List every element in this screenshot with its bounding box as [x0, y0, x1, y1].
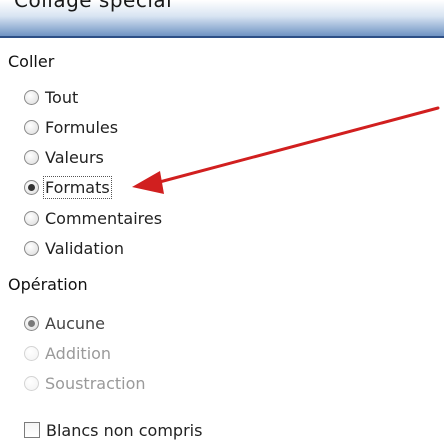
dialog-title-bar[interactable]: Collage spécial: [0, 0, 444, 38]
operation-option-add[interactable]: Addition: [24, 341, 111, 365]
dialog-title: Collage spécial: [14, 0, 173, 12]
option-label: Tout: [45, 87, 79, 107]
option-label: Formules: [45, 117, 119, 137]
paste-option-comments[interactable]: Commentaires: [24, 206, 162, 230]
operation-group-label: Opération: [8, 275, 88, 294]
operation-option-none[interactable]: Aucune: [24, 311, 105, 335]
option-label: Aucune: [45, 313, 106, 333]
option-label: Valeurs: [45, 147, 104, 167]
paste-group-label: Coller: [8, 52, 55, 71]
radio-button[interactable]: [24, 149, 39, 165]
arrow-shaft: [150, 106, 440, 186]
option-label: Commentaires: [45, 208, 163, 228]
option-label: Formats: [43, 175, 112, 199]
radio-button-selected[interactable]: [24, 179, 39, 195]
paste-option-all[interactable]: Tout: [24, 85, 78, 109]
skip-blanks-checkbox[interactable]: [24, 422, 40, 438]
radio-button-selected[interactable]: [24, 315, 39, 331]
radio-button-disabled[interactable]: [24, 375, 39, 391]
paste-option-formats[interactable]: Formats: [24, 175, 112, 199]
operation-option-subtract[interactable]: Soustraction: [24, 371, 146, 395]
radio-button-disabled[interactable]: [24, 345, 39, 361]
radio-button[interactable]: [24, 119, 39, 135]
paste-option-values[interactable]: Valeurs: [24, 145, 104, 169]
skip-blanks-checkbox-row[interactable]: Blancs non compris: [24, 418, 202, 442]
arrow-head: [132, 171, 164, 194]
option-label: Addition: [45, 343, 112, 363]
paste-option-validation[interactable]: Validation: [24, 236, 124, 260]
radio-button[interactable]: [24, 240, 39, 256]
radio-button[interactable]: [24, 210, 39, 226]
option-label: Soustraction: [45, 373, 146, 393]
paste-option-formulas[interactable]: Formules: [24, 115, 118, 139]
option-label: Validation: [45, 238, 125, 258]
skip-blanks-label: Blancs non compris: [46, 420, 203, 440]
radio-button[interactable]: [24, 89, 39, 105]
